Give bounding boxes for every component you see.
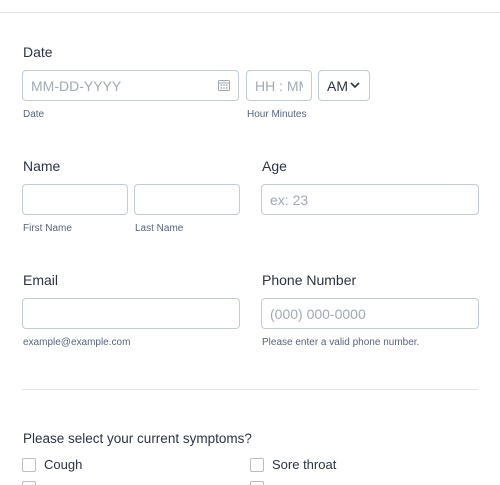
phone-sublabel: Please enter a valid phone number. <box>262 337 420 348</box>
email-input[interactable] <box>22 298 240 329</box>
checkbox-partial[interactable] <box>22 481 36 485</box>
symptoms-question: Please select your current symptoms? <box>23 431 252 446</box>
symptom-option-label: Cough <box>44 457 83 472</box>
calendar-icon[interactable] <box>218 79 230 91</box>
phone-input[interactable] <box>261 298 479 329</box>
ampm-select[interactable]: AM <box>318 70 370 101</box>
time-sublabel: Hour Minutes <box>247 109 307 120</box>
last-name-sublabel: Last Name <box>135 223 184 234</box>
checkbox-partial[interactable] <box>250 481 264 485</box>
checkbox[interactable] <box>250 457 264 472</box>
date-input[interactable] <box>22 70 239 101</box>
symptom-option-label: Sore throat <box>272 457 337 472</box>
checkbox[interactable] <box>22 457 36 472</box>
email-sublabel: example@example.com <box>23 337 131 348</box>
email-label: Email <box>23 272 59 288</box>
section-divider <box>22 389 478 390</box>
first-name-input[interactable] <box>22 184 128 215</box>
symptom-option-sore-throat[interactable]: Sore throat <box>250 457 336 472</box>
time-input[interactable] <box>246 70 312 101</box>
age-label: Age <box>262 158 287 174</box>
symptom-option-cough[interactable]: Cough <box>22 457 82 472</box>
age-input[interactable] <box>261 184 479 215</box>
phone-label: Phone Number <box>262 272 357 288</box>
name-label: Name <box>23 158 61 174</box>
first-name-sublabel: First Name <box>23 223 72 234</box>
last-name-input[interactable] <box>134 184 240 215</box>
date-sublabel: Date <box>23 109 45 120</box>
date-label: Date <box>23 44 53 60</box>
top-divider <box>0 12 500 13</box>
ampm-value: AM <box>327 77 348 94</box>
chevron-down-icon <box>350 82 360 89</box>
